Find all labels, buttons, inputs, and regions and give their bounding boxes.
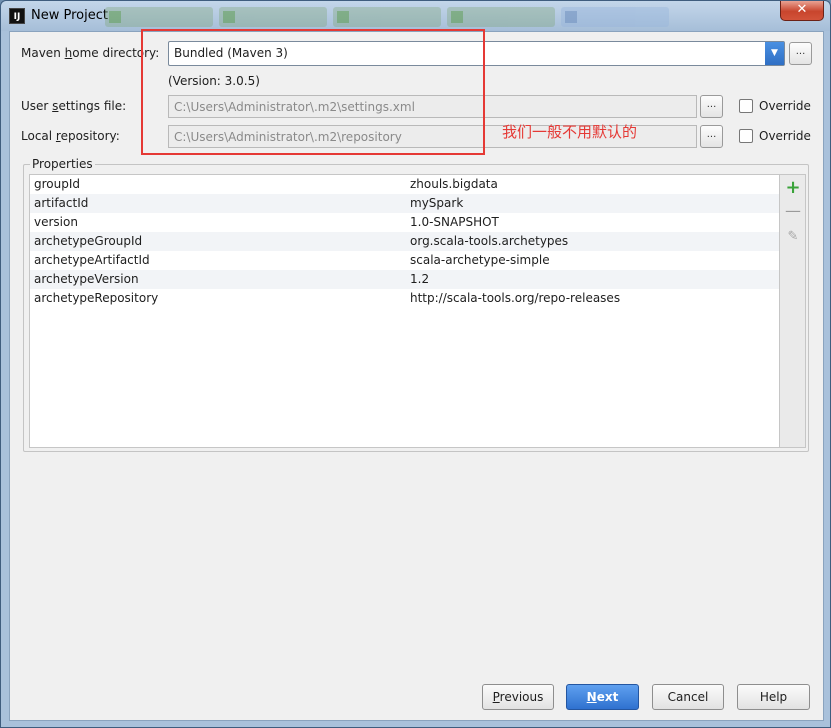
property-key: archetypeGroupId: [34, 234, 143, 248]
maven-home-browse-button[interactable]: ...: [789, 42, 812, 65]
property-key: archetypeVersion: [34, 272, 139, 286]
tab-icon: [565, 11, 577, 23]
tab-icon: [223, 11, 235, 23]
cancel-button[interactable]: Cancel: [652, 684, 724, 710]
table-row[interactable]: version 1.0-SNAPSHOT: [30, 213, 779, 232]
background-tab: [447, 7, 555, 27]
properties-group-title: Properties: [30, 157, 95, 171]
property-value: scala-archetype-simple: [410, 253, 550, 267]
previous-button[interactable]: Previous: [482, 684, 554, 710]
property-key: artifactId: [34, 196, 89, 210]
user-settings-label: User settings file:: [21, 99, 127, 113]
table-row[interactable]: groupId zhouls.bigdata: [30, 175, 779, 194]
property-value: org.scala-tools.archetypes: [410, 234, 569, 248]
tab-icon: [451, 11, 463, 23]
title-bar: IJ New Project ✕: [1, 1, 830, 31]
table-row[interactable]: archetypeArtifactId scala-archetype-simp…: [30, 251, 779, 270]
table-row[interactable]: archetypeVersion 1.2: [30, 270, 779, 289]
properties-toolbar: + — ✎: [780, 174, 806, 448]
add-property-icon[interactable]: +: [780, 177, 806, 198]
property-value: 1.2: [410, 272, 430, 286]
remove-property-icon[interactable]: —: [780, 201, 806, 220]
background-tab: [219, 7, 327, 27]
annotation-highlight-box: [141, 29, 485, 155]
tab-icon: [337, 11, 349, 23]
property-value: 1.0-SNAPSHOT: [410, 215, 499, 229]
edit-property-icon[interactable]: ✎: [780, 229, 806, 244]
property-key: archetypeRepository: [34, 291, 159, 305]
user-settings-override-label: Override: [759, 99, 811, 113]
property-key: version: [34, 215, 78, 229]
background-tab: [105, 7, 213, 27]
intellij-app-icon: IJ: [9, 8, 25, 24]
property-value: mySpark: [410, 196, 464, 210]
properties-table: groupId zhouls.bigdata artifactId mySpar…: [29, 174, 780, 448]
window-close-button[interactable]: ✕: [780, 1, 824, 21]
dropdown-arrow-icon[interactable]: ▼: [765, 42, 784, 65]
dialog-content: Maven home directory: Bundled (Maven 3) …: [9, 29, 824, 721]
user-settings-browse-button[interactable]: ...: [700, 95, 723, 118]
table-row[interactable]: archetypeGroupId org.scala-tools.archety…: [30, 232, 779, 251]
background-tab: [561, 7, 669, 27]
annotation-note: 我们一般不用默认的: [502, 123, 638, 141]
help-button[interactable]: Help: [737, 684, 810, 710]
window-title: New Project: [31, 8, 108, 23]
property-value: zhouls.bigdata: [410, 177, 498, 191]
maven-home-label: Maven home directory:: [21, 46, 160, 60]
property-key: archetypeArtifactId: [34, 253, 150, 267]
local-repository-browse-button[interactable]: ...: [700, 125, 723, 148]
table-row[interactable]: artifactId mySpark: [30, 194, 779, 213]
local-repository-label: Local repository:: [21, 129, 120, 143]
property-key: groupId: [34, 177, 81, 191]
background-tab: [333, 7, 441, 27]
properties-group: Properties groupId zhouls.bigdata artifa…: [23, 157, 809, 452]
local-repository-override-label: Override: [759, 129, 811, 143]
close-icon: ✕: [796, 2, 808, 17]
user-settings-override-checkbox[interactable]: [739, 99, 753, 113]
tab-icon: [109, 11, 121, 23]
table-row[interactable]: archetypeRepository http://scala-tools.o…: [30, 289, 779, 308]
property-value: http://scala-tools.org/repo-releases: [410, 291, 621, 305]
new-project-window: IJ New Project ✕ Maven home directory: B…: [0, 0, 831, 728]
local-repository-override-checkbox[interactable]: [739, 129, 753, 143]
next-button[interactable]: Next: [566, 684, 639, 710]
